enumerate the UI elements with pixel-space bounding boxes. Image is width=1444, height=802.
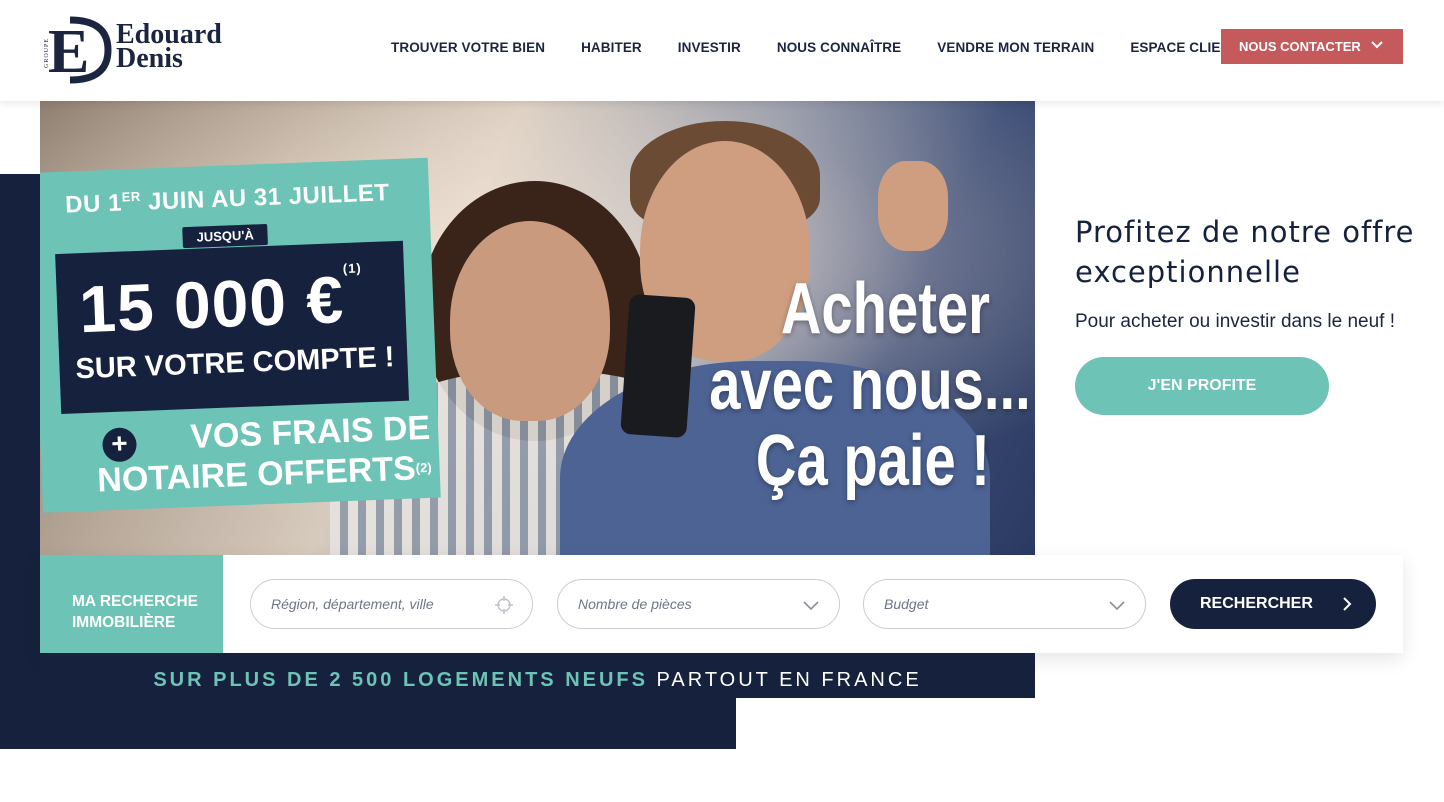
budget-placeholder: Budget (884, 596, 929, 612)
contact-button[interactable]: NOUS CONTACTER (1221, 29, 1403, 64)
nav-item-investir[interactable]: INVESTIR (660, 38, 759, 57)
brand-name-line2: Denis (116, 43, 183, 74)
chevron-down-icon (803, 601, 819, 611)
woman-face (450, 221, 610, 421)
rooms-select[interactable]: Nombre de pièces (557, 579, 840, 629)
promo-card: DU 1ER JUIN AU 31 JUILLET 15 000 €(1) SU… (40, 157, 441, 513)
promo-dates: DU 1ER JUIN AU 31 JUILLET (64, 179, 390, 219)
chevron-down-icon (1109, 601, 1125, 611)
ed-monogram-icon: E GROUPE (44, 16, 112, 84)
site-header: E GROUPE Edouard Denis TROUVER VOTRE BIE… (0, 0, 1444, 101)
promo-amount: 15 000 €(1) (77, 260, 362, 347)
chevron-down-icon (1371, 41, 1383, 49)
housing-tagline: SUR PLUS DE 2 500 LOGEMENTS NEUFS PARTOU… (40, 653, 1035, 698)
brand-logo[interactable]: E GROUPE Edouard Denis (42, 14, 232, 86)
brand-name: Edouard Denis (116, 21, 222, 74)
rooms-placeholder: Nombre de pièces (578, 596, 692, 612)
property-search-bar: MA RECHERCHE IMMOBILIÈRE Région, départe… (40, 555, 1403, 653)
promo-amount-box: 15 000 €(1) SUR VOTRE COMPTE ! (55, 240, 410, 414)
slogan-line1: Acheter (780, 269, 990, 349)
hero-slogan: Acheter avec nous... Ça paie ! (709, 269, 1031, 501)
tagline-highlight: SUR PLUS DE 2 500 LOGEMENTS NEUFS (153, 669, 648, 691)
offer-cta-button[interactable]: J'EN PROFITE (1075, 357, 1329, 415)
slogan-line2: avec nous... (709, 345, 1031, 425)
chevron-right-icon (1343, 597, 1352, 611)
svg-text:E: E (48, 18, 89, 84)
search-button[interactable]: RECHERCHER (1170, 579, 1376, 629)
promo-account-text: SUR VOTRE COMPTE ! (74, 341, 395, 386)
group-label: GROUPE (44, 38, 50, 68)
location-placeholder: Région, département, ville (271, 596, 434, 612)
promo-notary-text: VOS FRAIS DE NOTAIRE OFFERTS(2) (96, 408, 432, 500)
nav-item-habiter[interactable]: HABITER (563, 38, 660, 57)
offer-subtitle: Pour acheter ou investir dans le neuf ! (1075, 311, 1396, 332)
smartphone (620, 293, 696, 439)
nav-item-trouver-votre-bien[interactable]: TROUVER VOTRE BIEN (373, 38, 563, 57)
nav-item-vendre-mon-terrain[interactable]: VENDRE MON TERRAIN (919, 38, 1112, 57)
slogan-line3: Ça paie ! (755, 421, 990, 501)
offer-title: Profitez de notre offre exceptionnelle (1075, 215, 1415, 289)
contact-button-label: NOUS CONTACTER (1239, 39, 1361, 54)
main-nav: TROUVER VOTRE BIEN HABITER INVESTIR NOUS… (373, 38, 1257, 57)
tagline-rest: PARTOUT EN FRANCE (647, 669, 922, 691)
raised-fist (878, 161, 948, 251)
search-button-label: RECHERCHER (1200, 595, 1313, 612)
search-label: MA RECHERCHE IMMOBILIÈRE (40, 555, 223, 653)
hero-banner: DU 1ER JUIN AU 31 JUILLET 15 000 €(1) SU… (40, 101, 1035, 555)
budget-select[interactable]: Budget (863, 579, 1146, 629)
nav-item-nous-connaitre[interactable]: NOUS CONNAÎTRE (759, 38, 919, 57)
location-field[interactable]: Région, département, ville (250, 579, 533, 629)
crosshair-icon[interactable] (494, 595, 514, 615)
promo-upto-badge: JUSQU'À (182, 223, 269, 249)
